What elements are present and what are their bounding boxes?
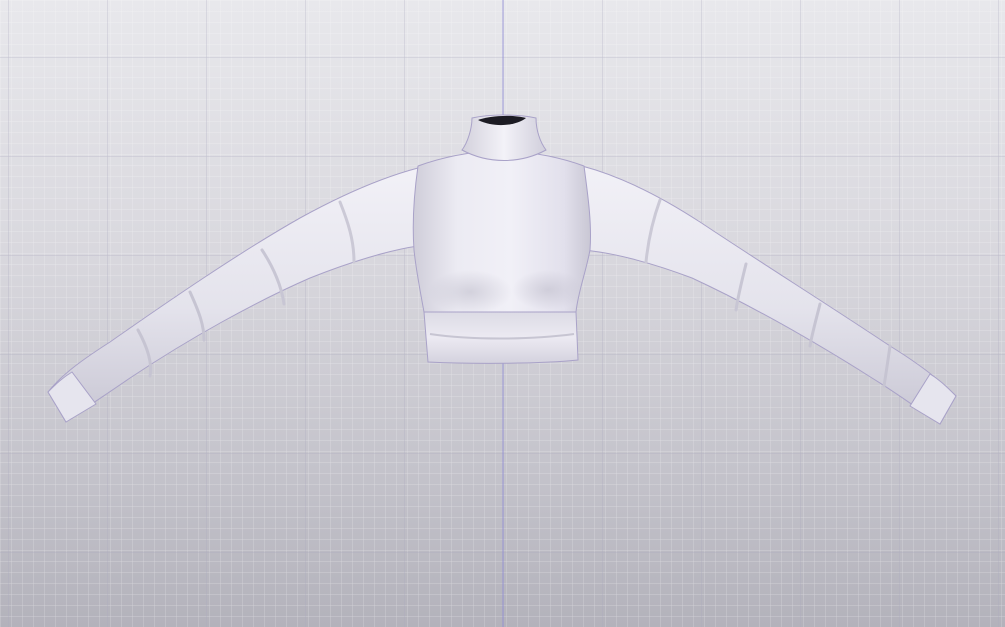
chest-shading	[428, 270, 512, 314]
viewport-canvas[interactable]	[0, 0, 1005, 627]
3d-viewport[interactable]	[0, 0, 1005, 627]
chest-shading	[512, 270, 584, 310]
